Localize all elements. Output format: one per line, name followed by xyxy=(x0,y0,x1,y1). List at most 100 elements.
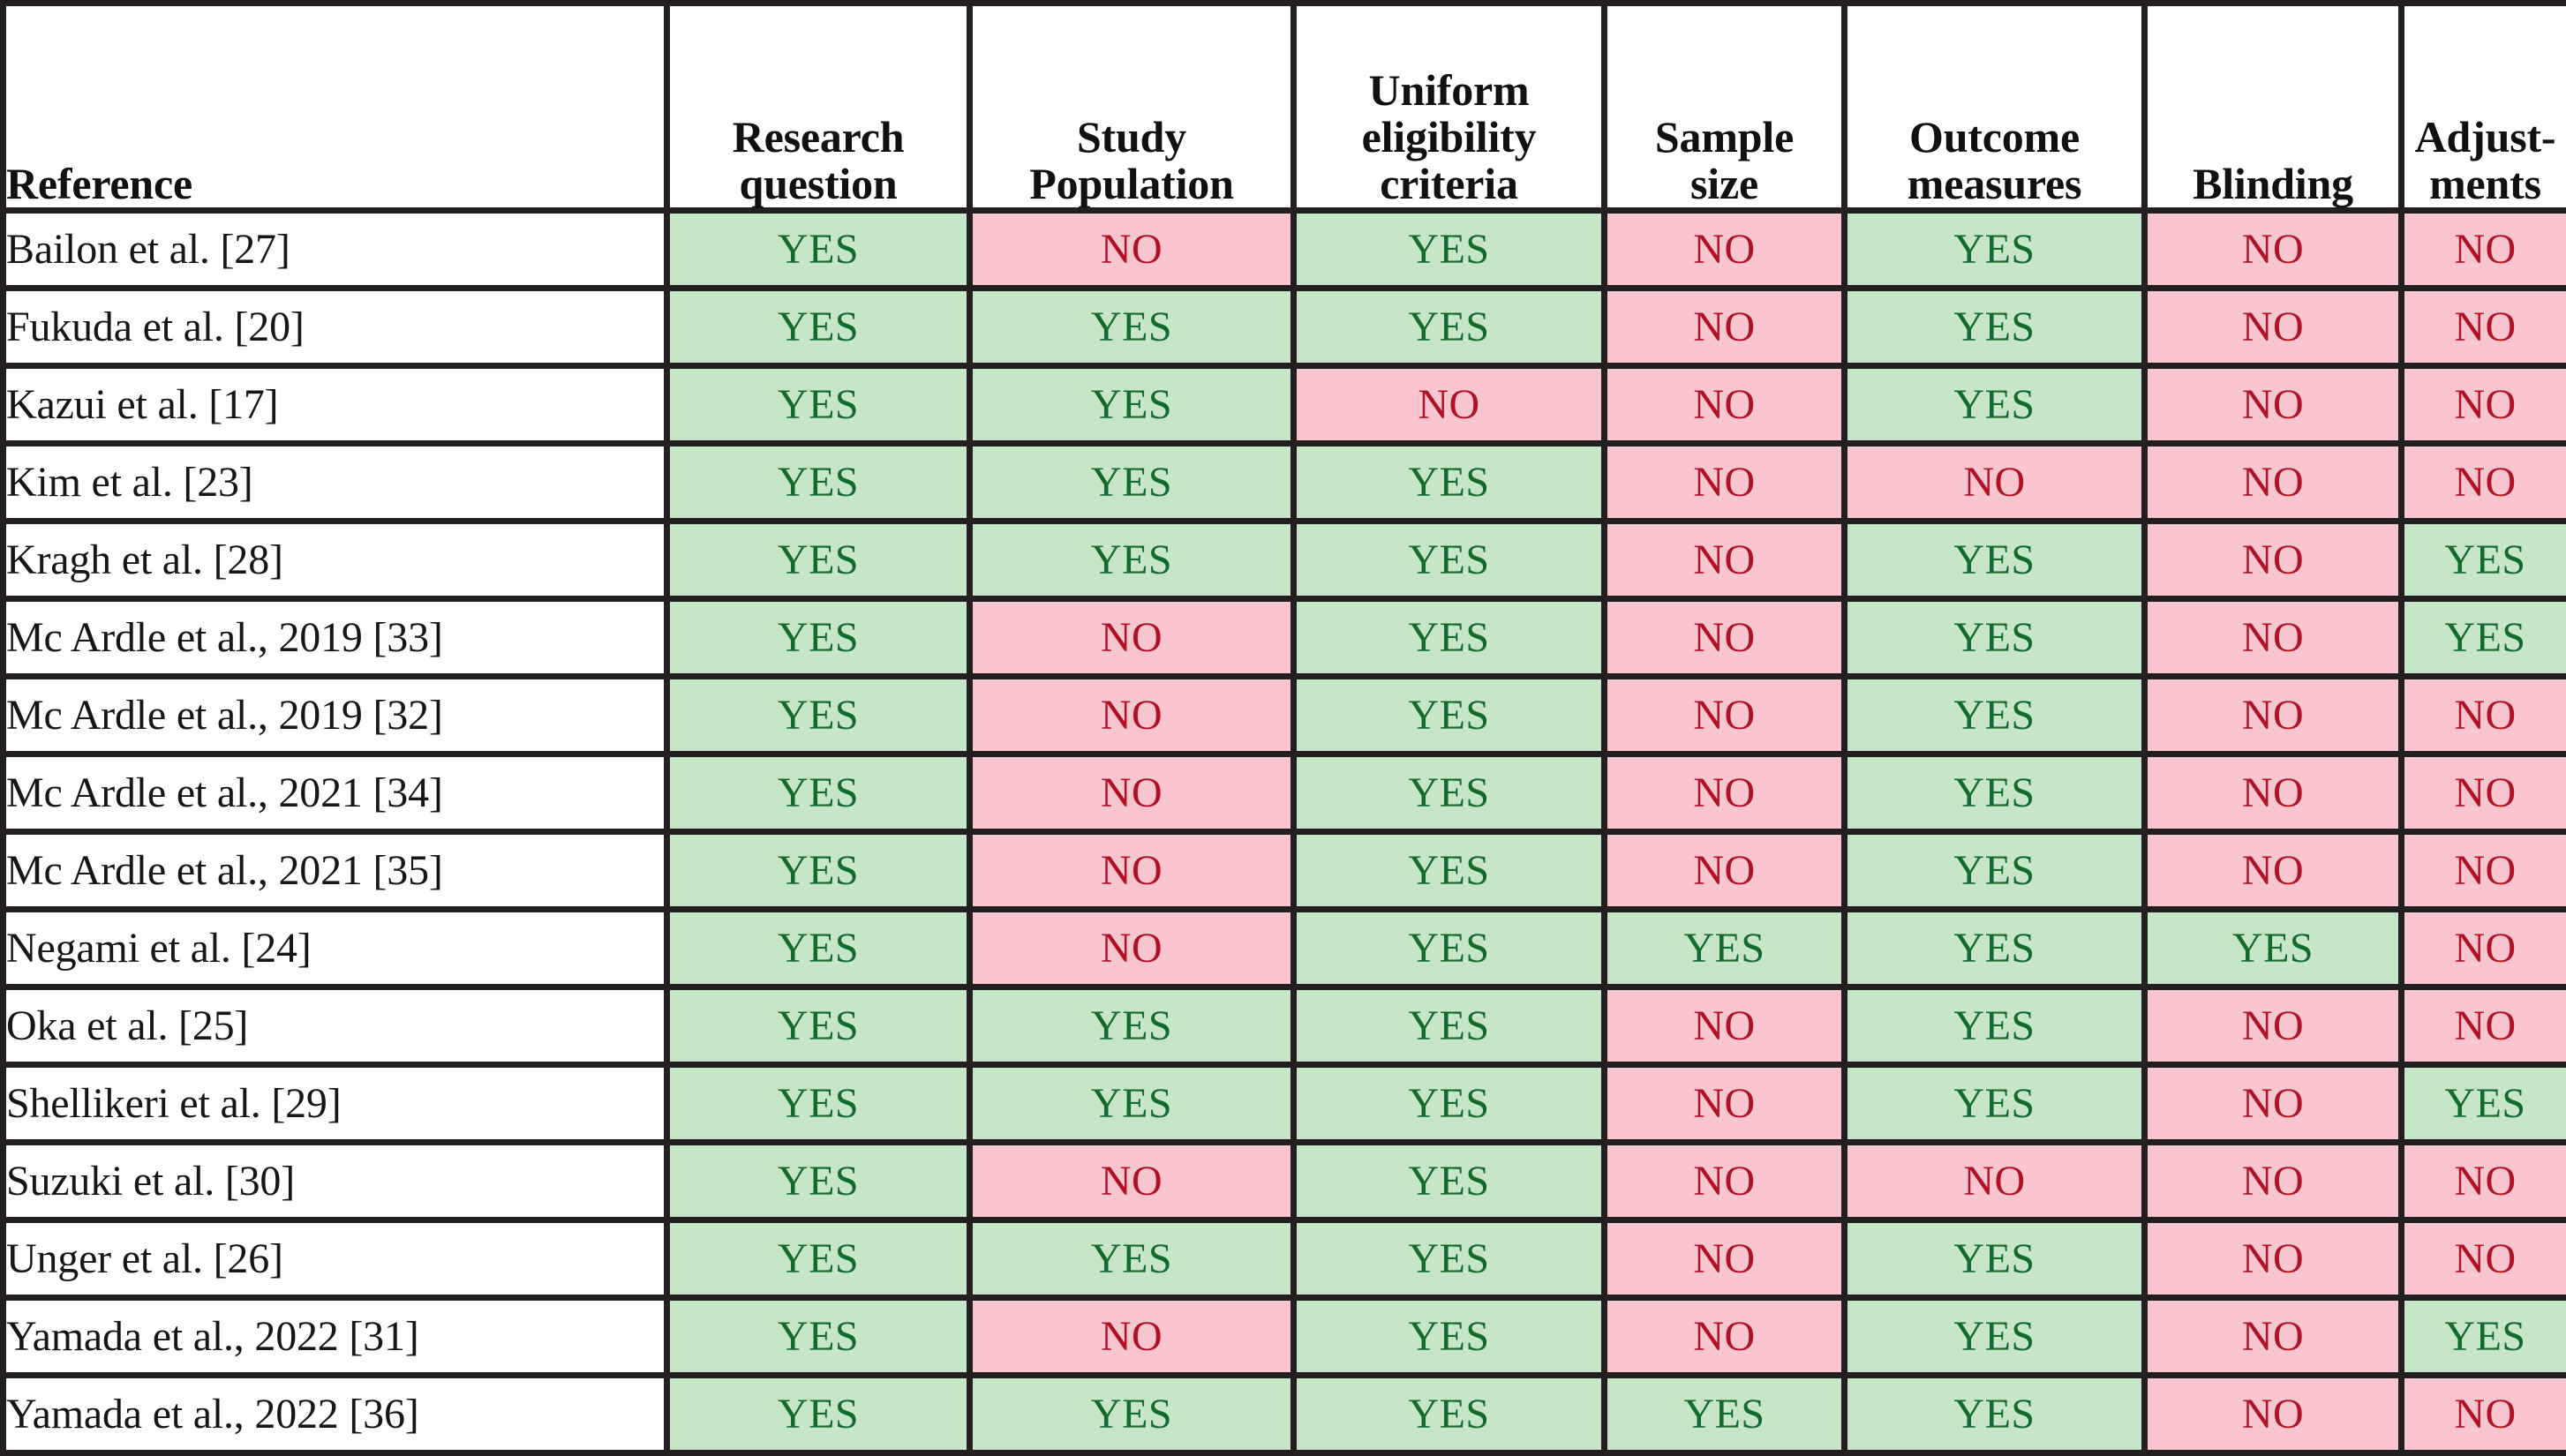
table-row: Unger et al. [26]YESYESYESNOYESNONO xyxy=(4,1220,2566,1298)
yes-cell-uniform_eligibility_criteria: YES xyxy=(1294,754,1605,832)
no-cell-blinding: NO xyxy=(2145,289,2402,366)
table-row: Mc Ardle et al., 2019 [32]YESNOYESNOYESN… xyxy=(4,677,2566,754)
table-row: Yamada et al., 2022 [31]YESNOYESNOYESNOY… xyxy=(4,1298,2566,1376)
yes-cell-study_population: YES xyxy=(970,366,1294,444)
no-cell-adjustments: NO xyxy=(2402,289,2566,366)
no-cell-study_population: NO xyxy=(970,1298,1294,1376)
table-row: Suzuki et al. [30]YESNOYESNONONONO xyxy=(4,1143,2566,1220)
no-cell-blinding: NO xyxy=(2145,677,2402,754)
study-quality-assessment-table: Reference Researchquestion StudyPopulati… xyxy=(0,0,2566,1456)
table-row: Yamada et al., 2022 [36]YESYESYESYESYESN… xyxy=(4,1376,2566,1453)
yes-cell-research_question: YES xyxy=(667,1220,970,1298)
yes-cell-research_question: YES xyxy=(667,444,970,522)
yes-cell-outcome_measures: YES xyxy=(1845,987,2145,1065)
no-cell-blinding: NO xyxy=(2145,987,2402,1065)
reference-cell: Kazui et al. [17] xyxy=(4,366,667,444)
yes-cell-uniform_eligibility_criteria: YES xyxy=(1294,444,1605,522)
no-cell-blinding: NO xyxy=(2145,599,2402,677)
yes-cell-outcome_measures: YES xyxy=(1845,366,2145,444)
no-cell-study_population: NO xyxy=(970,599,1294,677)
yes-cell-research_question: YES xyxy=(667,1065,970,1143)
yes-cell-uniform_eligibility_criteria: YES xyxy=(1294,677,1605,754)
table-body: Bailon et al. [27]YESNOYESNOYESNONOFukud… xyxy=(4,211,2566,1453)
yes-cell-study_population: YES xyxy=(970,444,1294,522)
yes-cell-research_question: YES xyxy=(667,987,970,1065)
table-row: Negami et al. [24]YESNOYESYESYESYESNO xyxy=(4,910,2566,987)
yes-cell-uniform_eligibility_criteria: YES xyxy=(1294,910,1605,987)
reference-cell: Yamada et al., 2022 [36] xyxy=(4,1376,667,1453)
yes-cell-outcome_measures: YES xyxy=(1845,832,2145,910)
no-cell-outcome_measures: NO xyxy=(1845,444,2145,522)
table-row: Kim et al. [23]YESYESYESNONONONO xyxy=(4,444,2566,522)
reference-cell: Negami et al. [24] xyxy=(4,910,667,987)
no-cell-blinding: NO xyxy=(2145,1298,2402,1376)
header-row: Reference Researchquestion StudyPopulati… xyxy=(4,4,2566,211)
no-cell-blinding: NO xyxy=(2145,211,2402,289)
no-cell-blinding: NO xyxy=(2145,1065,2402,1143)
yes-cell-sample_size: YES xyxy=(1605,910,1845,987)
yes-cell-uniform_eligibility_criteria: YES xyxy=(1294,1298,1605,1376)
no-cell-study_population: NO xyxy=(970,1143,1294,1220)
no-cell-adjustments: NO xyxy=(2402,366,2566,444)
no-cell-uniform_eligibility_criteria: NO xyxy=(1294,366,1605,444)
yes-cell-adjustments: YES xyxy=(2402,522,2566,599)
reference-cell: Bailon et al. [27] xyxy=(4,211,667,289)
yes-cell-outcome_measures: YES xyxy=(1845,1376,2145,1453)
no-cell-blinding: NO xyxy=(2145,1220,2402,1298)
no-cell-sample_size: NO xyxy=(1605,754,1845,832)
no-cell-blinding: NO xyxy=(2145,754,2402,832)
column-header-adjustments: Adjust-ments xyxy=(2402,4,2566,211)
yes-cell-research_question: YES xyxy=(667,1143,970,1220)
column-header-blinding: Blinding xyxy=(2145,4,2402,211)
yes-cell-uniform_eligibility_criteria: YES xyxy=(1294,987,1605,1065)
no-cell-adjustments: NO xyxy=(2402,444,2566,522)
column-header-outcome-measures: Outcomemeasures xyxy=(1845,4,2145,211)
yes-cell-outcome_measures: YES xyxy=(1845,211,2145,289)
reference-cell: Kim et al. [23] xyxy=(4,444,667,522)
yes-cell-outcome_measures: YES xyxy=(1845,677,2145,754)
yes-cell-outcome_measures: YES xyxy=(1845,754,2145,832)
no-cell-sample_size: NO xyxy=(1605,444,1845,522)
yes-cell-outcome_measures: YES xyxy=(1845,289,2145,366)
reference-cell: Suzuki et al. [30] xyxy=(4,1143,667,1220)
table-row: Oka et al. [25]YESYESYESNOYESNONO xyxy=(4,987,2566,1065)
yes-cell-adjustments: YES xyxy=(2402,1065,2566,1143)
yes-cell-research_question: YES xyxy=(667,211,970,289)
yes-cell-research_question: YES xyxy=(667,754,970,832)
no-cell-sample_size: NO xyxy=(1605,1065,1845,1143)
yes-cell-outcome_measures: YES xyxy=(1845,1065,2145,1143)
yes-cell-research_question: YES xyxy=(667,599,970,677)
yes-cell-study_population: YES xyxy=(970,522,1294,599)
yes-cell-research_question: YES xyxy=(667,366,970,444)
yes-cell-blinding: YES xyxy=(2145,910,2402,987)
reference-cell: Oka et al. [25] xyxy=(4,987,667,1065)
table-row: Mc Ardle et al., 2021 [35]YESNOYESNOYESN… xyxy=(4,832,2566,910)
table-row: Kragh et al. [28]YESYESYESNOYESNOYES xyxy=(4,522,2566,599)
table-row: Shellikeri et al. [29]YESYESYESNOYESNOYE… xyxy=(4,1065,2566,1143)
yes-cell-outcome_measures: YES xyxy=(1845,522,2145,599)
no-cell-sample_size: NO xyxy=(1605,1220,1845,1298)
no-cell-sample_size: NO xyxy=(1605,1298,1845,1376)
yes-cell-uniform_eligibility_criteria: YES xyxy=(1294,211,1605,289)
no-cell-blinding: NO xyxy=(2145,832,2402,910)
column-header-sample-size: Samplesize xyxy=(1605,4,1845,211)
table-row: Bailon et al. [27]YESNOYESNOYESNONO xyxy=(4,211,2566,289)
yes-cell-research_question: YES xyxy=(667,677,970,754)
reference-cell: Shellikeri et al. [29] xyxy=(4,1065,667,1143)
yes-cell-research_question: YES xyxy=(667,289,970,366)
no-cell-sample_size: NO xyxy=(1605,366,1845,444)
reference-cell: Mc Ardle et al., 2019 [32] xyxy=(4,677,667,754)
no-cell-study_population: NO xyxy=(970,754,1294,832)
no-cell-study_population: NO xyxy=(970,677,1294,754)
table-row: Mc Ardle et al., 2021 [34]YESNOYESNOYESN… xyxy=(4,754,2566,832)
column-header-study-population: StudyPopulation xyxy=(970,4,1294,211)
yes-cell-uniform_eligibility_criteria: YES xyxy=(1294,832,1605,910)
no-cell-adjustments: NO xyxy=(2402,1220,2566,1298)
reference-cell: Mc Ardle et al., 2021 [35] xyxy=(4,832,667,910)
no-cell-blinding: NO xyxy=(2145,366,2402,444)
yes-cell-uniform_eligibility_criteria: YES xyxy=(1294,522,1605,599)
yes-cell-research_question: YES xyxy=(667,832,970,910)
reference-cell: Fukuda et al. [20] xyxy=(4,289,667,366)
yes-cell-adjustments: YES xyxy=(2402,1298,2566,1376)
reference-cell: Kragh et al. [28] xyxy=(4,522,667,599)
